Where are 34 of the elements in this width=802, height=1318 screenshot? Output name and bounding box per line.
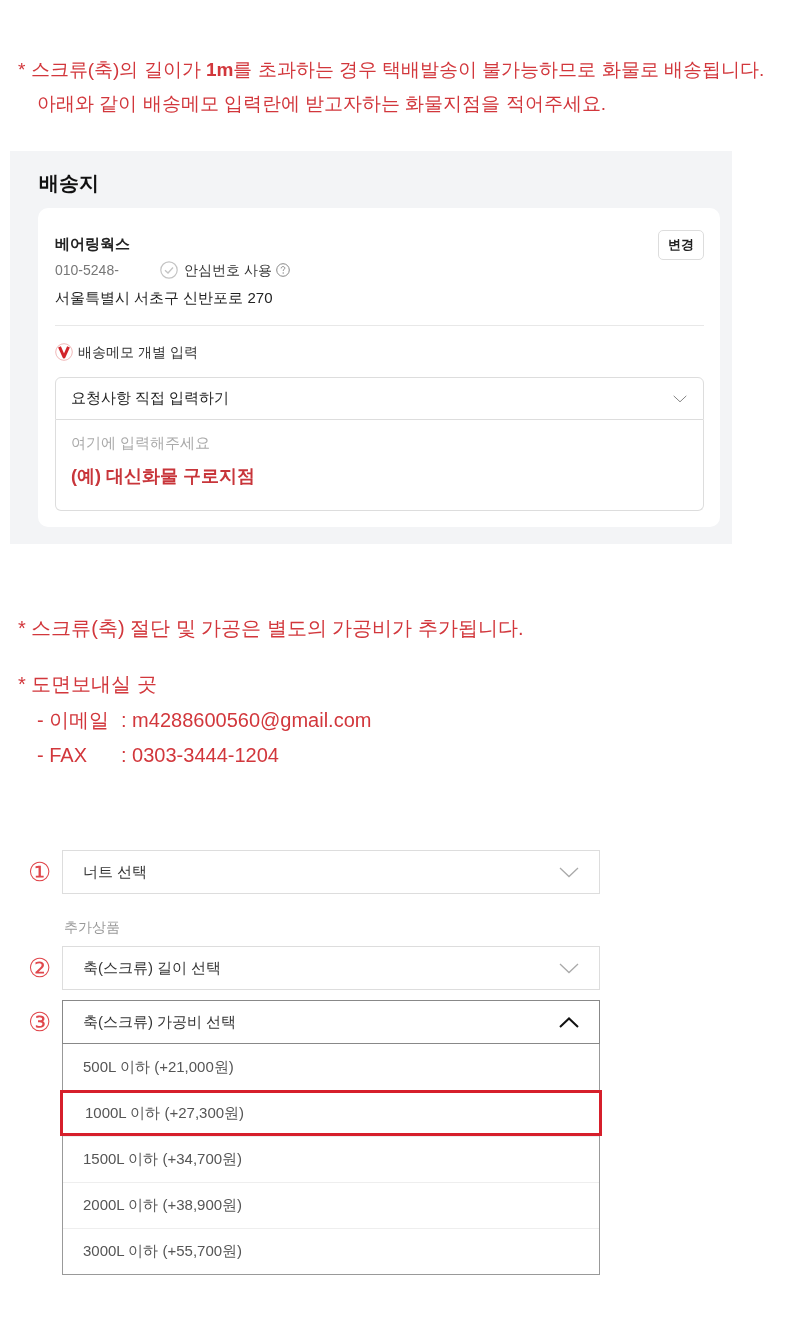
example-text: (예) 대신화물 구로지점 <box>71 465 255 488</box>
dropdown-option[interactable]: 500L 이하 (+21,000원) <box>63 1044 599 1090</box>
check-circle-icon[interactable] <box>160 261 178 279</box>
memo-select[interactable]: 요청사항 직접 입력하기 <box>55 377 704 420</box>
step-number: ③ <box>26 1007 52 1037</box>
contact-value: : m4288600560@gmail.com <box>121 707 372 733</box>
dropdown-option[interactable]: 1500L 이하 (+34,700원) <box>63 1136 599 1182</box>
section-label: 추가상품 <box>64 918 120 937</box>
option-select[interactable]: 축(스크류) 가공비 선택 <box>62 1000 600 1044</box>
panel-title: 배송지 <box>38 171 100 196</box>
address-text: 서울특별시 서초구 신반포로 270 <box>55 288 274 308</box>
option-select[interactable]: 너트 선택 <box>62 850 600 894</box>
step-number: ① <box>26 857 52 887</box>
contact-value: : 0303-3444-1204 <box>121 742 279 768</box>
contact-label: - FAX <box>37 742 88 768</box>
dropdown-option[interactable]: 1000L 이하 (+27,300원) <box>60 1090 602 1136</box>
contact-title: * 도면보내실 곳 <box>17 672 158 697</box>
dropdown-option[interactable]: 2000L 이하 (+38,900원) <box>63 1182 599 1228</box>
dropdown-option[interactable]: 3000L 이하 (+55,700원) <box>63 1228 599 1274</box>
memo-textarea[interactable]: 여기에 입력해주세요 (예) 대신화물 구로지점 <box>55 420 704 511</box>
notice-text: * 스크류(축)의 길이가 1m를 초과하는 경우 택배발송이 불가능하므로 화물로 배송됩니다. <box>17 58 766 82</box>
notice-text: 아래와 같이 배송메모 입력란에 받고자하는 화물지점을 적어주세요. <box>36 92 607 116</box>
processing-note: * 스크류(축) 절단 및 가공은 별도의 가공비가 추가됩니다. <box>17 616 525 641</box>
recipient-name: 베어링웍스 <box>55 234 131 254</box>
safe-number-label: 안심번호 사용 <box>184 260 272 280</box>
step-number: ② <box>26 953 52 983</box>
placeholder-text: 여기에 입력해주세요 <box>71 433 211 453</box>
memo-label: 배송메모 개별 입력 <box>78 342 198 362</box>
option-select[interactable]: 축(스크류) 길이 선택 <box>62 946 600 990</box>
phone-number: 010-5248- <box>55 260 120 280</box>
help-icon[interactable] <box>275 263 290 277</box>
v-logo-icon <box>55 343 73 361</box>
change-button[interactable]: 변경 <box>658 230 704 260</box>
contact-label: - 이메일 <box>37 707 111 733</box>
